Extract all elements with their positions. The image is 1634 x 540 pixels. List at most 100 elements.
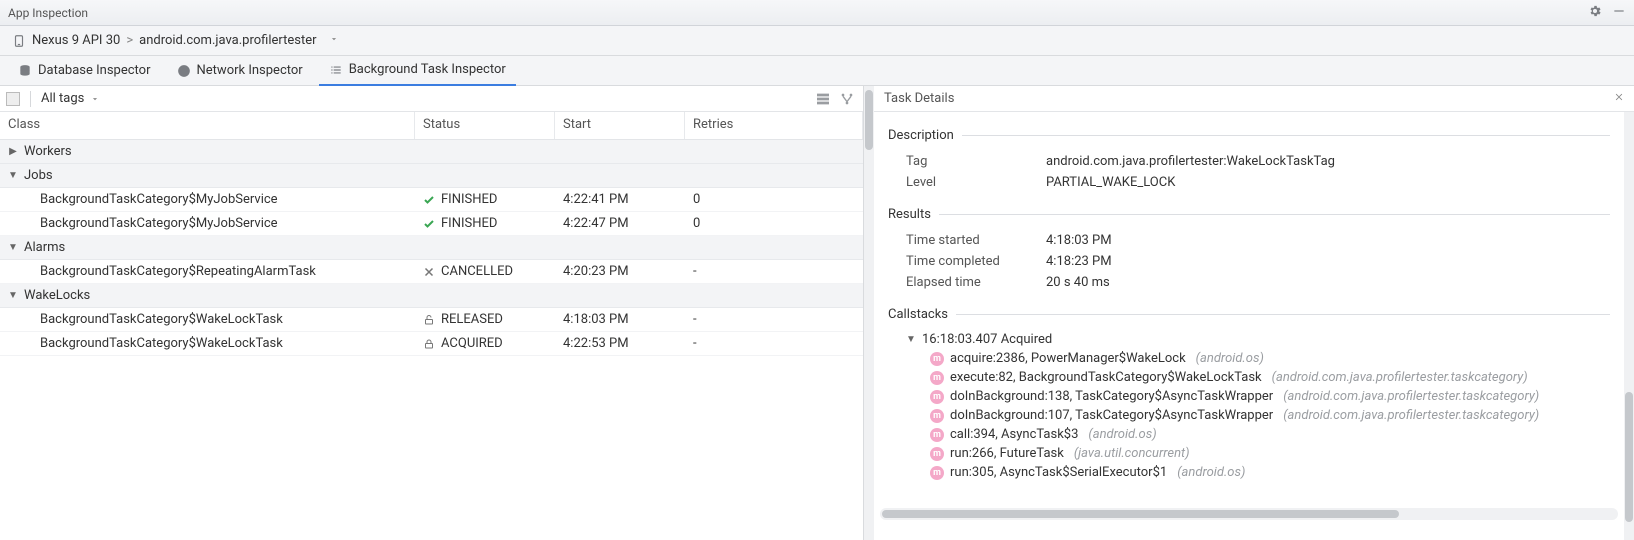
value-tag: android.com.java.profilertester:WakeLock… — [1046, 154, 1335, 169]
chevron-down-icon — [90, 94, 100, 104]
stack-frame[interactable]: m doInBackground:138, TaskCategory$AsyncT… — [906, 387, 1610, 406]
value-time-started: 4:18:03 PM — [1046, 233, 1112, 248]
value-elapsed: 20 s 40 ms — [1046, 275, 1110, 290]
process-name: android.com.java.profilertester — [139, 33, 316, 48]
section-header: Callstacks — [888, 307, 948, 322]
cell-status: FINISHED — [441, 192, 497, 207]
stack-frame[interactable]: m execute:82, BackgroundTaskCategory$Wake… — [906, 368, 1610, 387]
tab-label: Database Inspector — [38, 63, 151, 78]
task-table-panel: All tags Class Status Start Retries ▶ Wo… — [0, 86, 864, 540]
cell-status: CANCELLED — [441, 264, 513, 279]
frame-signature: acquire:2386, PowerManager$WakeLock — [950, 351, 1186, 366]
table-row[interactable]: BackgroundTaskCategory$RepeatingAlarmTas… — [0, 260, 863, 284]
table-row[interactable]: BackgroundTaskCategory$MyJobService FINI… — [0, 212, 863, 236]
group-label: Jobs — [24, 168, 53, 183]
stack-frame[interactable]: macquire:2386, PowerManager$WakeLock(and… — [906, 349, 1610, 368]
frame-signature: doInBackground:107, TaskCategory$AsyncTa… — [950, 408, 1273, 423]
group-alarms[interactable]: ▼ Alarms — [0, 236, 863, 260]
chevron-down-icon: ▼ — [8, 242, 18, 253]
label-time-started: Time started — [906, 233, 1046, 248]
cell-class: BackgroundTaskCategory$RepeatingAlarmTas… — [0, 264, 415, 279]
method-badge-icon: m — [930, 466, 944, 480]
chevron-down-icon: ▼ — [8, 290, 18, 301]
process-selector[interactable]: Nexus 9 API 30 > android.com.java.profil… — [0, 26, 1634, 56]
minimize-icon[interactable] — [1612, 4, 1626, 22]
group-jobs[interactable]: ▼ Jobs — [0, 164, 863, 188]
group-wakelocks[interactable]: ▼ WakeLocks — [0, 284, 863, 308]
frame-signature: run:266, FutureTask — [950, 446, 1064, 461]
left-scrollbar[interactable] — [864, 86, 874, 540]
tab-label: Network Inspector — [197, 63, 303, 78]
tab-database-inspector[interactable]: Database Inspector — [8, 56, 161, 86]
frame-location: (android.os) — [1196, 351, 1264, 366]
group-label: WakeLocks — [24, 288, 90, 303]
stop-button[interactable] — [6, 92, 20, 106]
method-badge-icon: m — [930, 371, 944, 385]
col-retries[interactable]: Retries — [685, 112, 863, 139]
chevron-down-icon: ▼ — [906, 334, 916, 345]
graph-view-icon[interactable] — [837, 89, 857, 109]
label-time-completed: Time completed — [906, 254, 1046, 269]
tab-background-task-inspector[interactable]: Background Task Inspector — [319, 56, 516, 86]
frame-signature: execute:82, BackgroundTaskCategory$WakeL… — [950, 370, 1262, 385]
globe-icon — [177, 64, 191, 78]
details-h-scrollbar[interactable] — [880, 508, 1618, 520]
cell-retries: - — [685, 264, 863, 279]
callstack-node[interactable]: ▼ 16:18:03.407 Acquired — [906, 330, 1610, 349]
cell-class: BackgroundTaskCategory$MyJobService — [0, 216, 415, 231]
cell-class: BackgroundTaskCategory$WakeLockTask — [0, 336, 415, 351]
table-row[interactable]: BackgroundTaskCategory$WakeLockTask ACQU… — [0, 332, 863, 356]
col-status[interactable]: Status — [415, 112, 555, 139]
col-class[interactable]: Class — [0, 112, 415, 139]
cell-retries: - — [685, 336, 863, 351]
tab-network-inspector[interactable]: Network Inspector — [167, 56, 313, 86]
cell-start: 4:22:47 PM — [555, 216, 685, 231]
table-row[interactable]: BackgroundTaskCategory$MyJobService FINI… — [0, 188, 863, 212]
value-time-completed: 4:18:23 PM — [1046, 254, 1112, 269]
callstack-node-label: 16:18:03.407 Acquired — [922, 332, 1052, 347]
frame-location: (android.com.java.profilertester.taskcat… — [1283, 408, 1539, 423]
table-header: Class Status Start Retries — [0, 112, 863, 140]
section-header: Results — [888, 207, 931, 222]
group-label: Alarms — [24, 240, 65, 255]
gear-icon[interactable] — [1588, 4, 1602, 22]
chevron-down-icon: ▼ — [8, 170, 18, 181]
divider — [30, 91, 31, 107]
stack-frame[interactable]: mdoInBackground:107, TaskCategory$AsyncT… — [906, 406, 1610, 425]
stack-frame[interactable]: m run:266, FutureTask (java.util.concurren… — [906, 444, 1610, 463]
col-start[interactable]: Start — [555, 112, 685, 139]
frame-location: (android.os) — [1177, 465, 1245, 480]
frame-signature: doInBackground:138, TaskCategory$AsyncTa… — [950, 389, 1273, 404]
details-header: Task Details — [874, 86, 1634, 112]
cell-class: BackgroundTaskCategory$MyJobService — [0, 192, 415, 207]
tag-filter-dropdown[interactable]: All tags — [41, 91, 100, 106]
table-toolbar: All tags — [0, 86, 863, 112]
close-icon[interactable] — [1614, 91, 1624, 106]
stack-frame[interactable]: mcall:394, AsyncTask$3(android.os) — [906, 425, 1610, 444]
frame-location: (java.util.concurrent) — [1074, 446, 1190, 461]
table-view-icon[interactable] — [813, 89, 833, 109]
details-v-scrollbar[interactable] — [1624, 112, 1634, 540]
stack-frame[interactable]: mrun:305, AsyncTask$SerialExecutor$1(and… — [906, 463, 1610, 482]
check-icon — [423, 194, 435, 206]
method-badge-icon: m — [930, 447, 944, 461]
cell-status: ACQUIRED — [441, 336, 503, 351]
cell-status: FINISHED — [441, 216, 497, 231]
section-header: Description — [888, 128, 954, 143]
label-level: Level — [906, 175, 1046, 190]
method-badge-icon: m — [930, 390, 944, 404]
frame-location: (android.os) — [1088, 427, 1156, 442]
cell-class: BackgroundTaskCategory$WakeLockTask — [0, 312, 415, 327]
section-results: Results Time started4:18:03 PM Time comp… — [888, 207, 1610, 293]
cell-start: 4:20:23 PM — [555, 264, 685, 279]
group-workers[interactable]: ▶ Workers — [0, 140, 863, 164]
device-name: Nexus 9 API 30 — [32, 33, 120, 48]
table-row[interactable]: BackgroundTaskCategory$WakeLockTask RELE… — [0, 308, 863, 332]
lock-icon — [423, 338, 435, 350]
section-description: Description Tagandroid.com.java.profiler… — [888, 128, 1610, 193]
cell-start: 4:18:03 PM — [555, 312, 685, 327]
frame-location: (android.com.java.profilertester.taskcat… — [1283, 389, 1539, 404]
group-label: Workers — [24, 144, 72, 159]
tool-window-header: App Inspection — [0, 0, 1634, 26]
database-icon — [18, 64, 32, 78]
